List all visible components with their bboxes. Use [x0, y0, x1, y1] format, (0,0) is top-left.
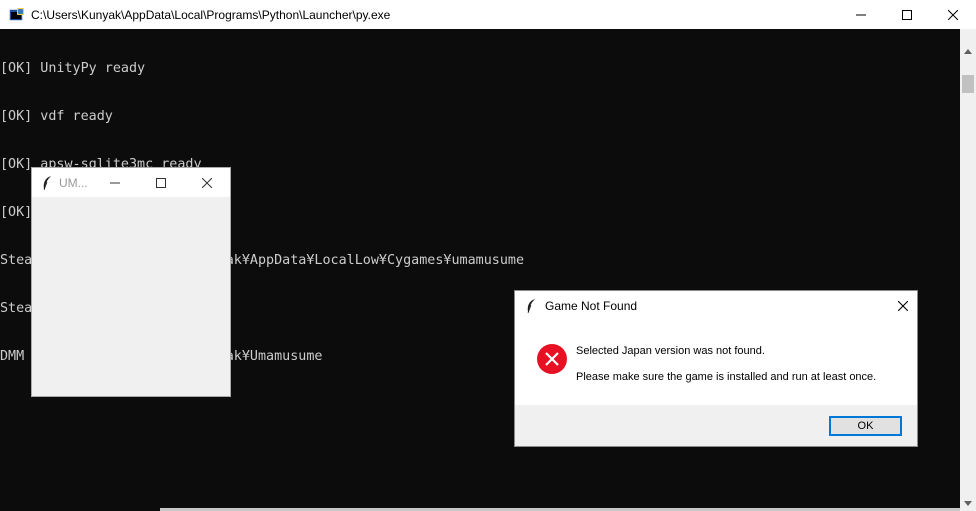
scroll-up-icon — [964, 48, 972, 54]
python-console-icon — [9, 7, 25, 23]
dialog-message-line2: Please make sure the game is installed a… — [576, 371, 877, 383]
tk-main-window[interactable]: UM... — [31, 167, 231, 397]
ok-button[interactable]: OK — [829, 416, 902, 436]
tk-titlebar[interactable]: UM... — [32, 168, 230, 197]
scroll-thumb[interactable] — [962, 75, 974, 93]
scroll-up-button[interactable] — [960, 43, 976, 59]
close-icon — [202, 177, 212, 188]
maximize-icon — [902, 9, 912, 20]
game-not-found-dialog[interactable]: Game Not Found Selected Japan version wa… — [514, 290, 918, 447]
console-titlebar[interactable]: C:\Users\Kunyak\AppData\Local\Programs\P… — [0, 0, 976, 29]
close-icon — [898, 300, 908, 311]
dialog-title: Game Not Found — [545, 298, 638, 313]
dialog-body: Selected Japan version was not found. Pl… — [515, 320, 917, 405]
close-button[interactable] — [930, 0, 976, 29]
minimize-icon — [856, 14, 866, 15]
console-window-title: C:\Users\Kunyak\AppData\Local\Programs\P… — [31, 7, 391, 22]
minimize-button[interactable] — [838, 0, 884, 29]
maximize-icon — [156, 177, 166, 188]
scroll-down-icon — [964, 500, 972, 506]
minimize-icon — [110, 182, 120, 183]
close-icon — [948, 9, 958, 20]
tk-minimize-button[interactable] — [92, 168, 138, 197]
feather-icon — [525, 298, 537, 314]
dialog-titlebar[interactable]: Game Not Found — [515, 291, 917, 320]
tk-maximize-button[interactable] — [138, 168, 184, 197]
console-line: [OK] UnityPy ready — [0, 61, 146, 76]
dialog-footer: OK — [515, 405, 917, 446]
tk-close-button[interactable] — [184, 168, 230, 197]
maximize-button[interactable] — [884, 0, 930, 29]
dialog-message-line1: Selected Japan version was not found. — [576, 345, 765, 357]
error-icon — [536, 343, 568, 375]
console-window-controls — [838, 0, 976, 29]
dialog-close-button[interactable] — [889, 291, 917, 320]
scroll-down-button[interactable] — [960, 495, 976, 511]
console-line: [OK] vdf ready — [0, 109, 113, 124]
tk-window-controls — [92, 168, 230, 197]
tk-window-title: UM... — [59, 175, 88, 190]
feather-icon — [41, 175, 53, 191]
vertical-scrollbar[interactable] — [960, 29, 976, 511]
